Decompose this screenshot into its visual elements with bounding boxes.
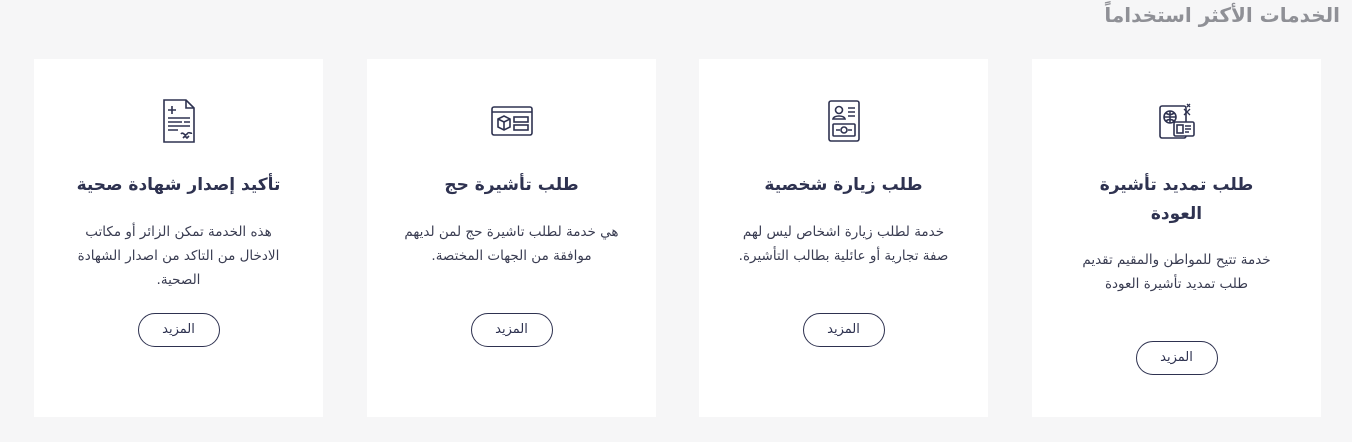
card-title: طلب تمديد تأشيرة العودة	[1099, 175, 1254, 224]
service-card-personal-visit: طلب زيارة شخصية خدمة لطلب زيارة اشخاص لي…	[699, 59, 988, 417]
card-description: خدمة تتيح للمواطن والمقيم تقديم طلب تمدي…	[1082, 252, 1271, 292]
card-title: طلب زيارة شخصية	[764, 175, 923, 195]
section-title: الخدمات الأكثر استخداماً	[1104, 3, 1340, 27]
more-button[interactable]: المزيد	[1135, 341, 1218, 375]
card-description: هي خدمة لطلب تاشيرة حج لمن لديهم موافقة …	[404, 224, 619, 264]
service-card-health-certificate: تأكيد إصدار شهادة صحية هذه الخدمة تمكن ا…	[34, 59, 323, 417]
card-title: طلب تأشيرة حج	[444, 175, 579, 195]
card-description: خدمة لطلب زيارة اشخاص ليس لهم صفة تجارية…	[738, 224, 949, 264]
passport-visa-icon	[1155, 97, 1199, 145]
services-cards: طلب تمديد تأشيرة العودة خدمة تتيح للمواط…	[0, 59, 1352, 417]
more-button[interactable]: المزيد	[137, 313, 220, 347]
health-certificate-icon	[157, 97, 201, 145]
id-document-icon	[822, 97, 866, 145]
service-card-hajj-visa: طلب تأشيرة حج هي خدمة لطلب تاشيرة حج لمن…	[367, 59, 656, 417]
service-card-return-visa-extension: طلب تمديد تأشيرة العودة خدمة تتيح للمواط…	[1032, 59, 1321, 417]
card-title: تأكيد إصدار شهادة صحية	[76, 175, 281, 195]
card-description: هذه الخدمة تمكن الزائر أو مكاتب الادخال …	[77, 224, 280, 288]
more-button[interactable]: المزيد	[470, 313, 553, 347]
more-button[interactable]: المزيد	[802, 313, 885, 347]
kaaba-card-icon	[490, 97, 534, 145]
